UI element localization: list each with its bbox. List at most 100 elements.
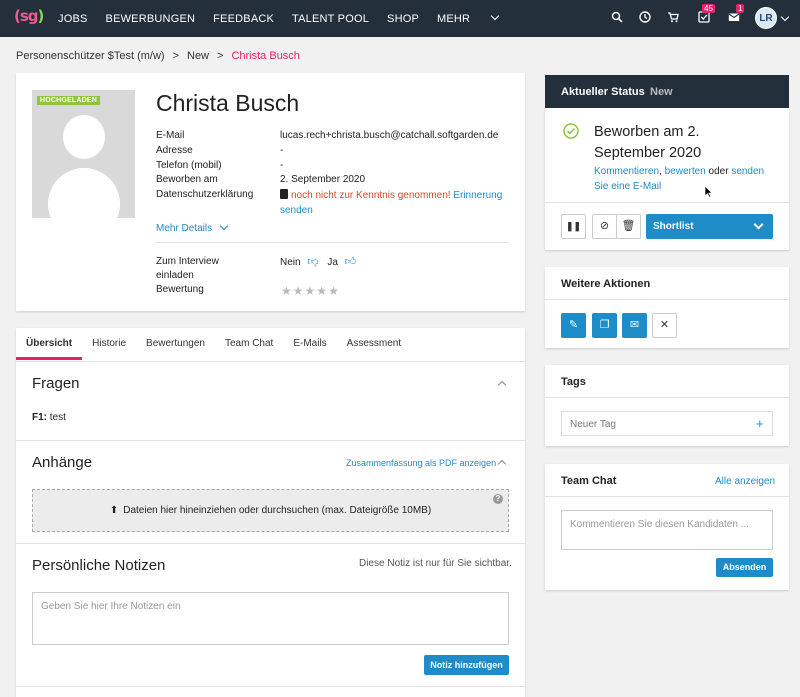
user-avatar[interactable]: LR	[755, 7, 777, 29]
nav-talent-pool[interactable]: TALENT POOL	[292, 13, 369, 25]
email-value[interactable]: lucas.rech+christa.busch@catchall.softga…	[280, 130, 498, 141]
plus-icon[interactable]: +	[756, 416, 764, 431]
chevron-down-icon[interactable]	[780, 12, 790, 22]
actions-divider	[545, 299, 789, 300]
add-note-button[interactable]: Notiz hinzufügen	[424, 655, 509, 675]
notes-textarea[interactable]: Geben Sie hier Ihre Notizen ein	[32, 592, 509, 645]
edit-button[interactable]: ✎	[561, 313, 586, 338]
candidate-photo	[32, 90, 135, 218]
tab-uebersicht[interactable]: Übersicht	[16, 328, 83, 360]
rate-link[interactable]: bewerten	[665, 166, 706, 177]
pause-button[interactable]: ❚❚	[561, 214, 586, 239]
applied-label: Beworben am	[156, 174, 218, 185]
star-icon[interactable]: ★	[328, 284, 340, 298]
cart-icon[interactable]	[666, 11, 680, 25]
thumbs-down-icon[interactable]: 👎︎	[307, 256, 318, 268]
nav-shop[interactable]: SHOP	[387, 13, 419, 25]
star-icon[interactable]: ★	[293, 284, 305, 298]
team-chat-title: Team Chat	[561, 475, 617, 487]
chevron-down-icon	[753, 219, 764, 230]
applied-value: 2. September 2020	[280, 174, 366, 185]
status-header-title: Aktueller Status	[561, 86, 645, 98]
copy-icon: ❐	[599, 319, 610, 331]
logo-paren-close: )	[37, 7, 45, 25]
star-icon[interactable]: ★	[316, 284, 328, 298]
main-nav: JOBS BEWERBUNGEN FEEDBACK TALENT POOL SH…	[58, 0, 516, 37]
new-tag-input[interactable]: Neuer Tag +	[561, 411, 773, 436]
nav-bewerbungen[interactable]: BEWERBUNGEN	[106, 13, 196, 25]
delete-button[interactable]: 🗑︎	[616, 214, 641, 239]
pdf-summary-link[interactable]: Zusammenfassung als PDF anzeigen	[346, 458, 496, 468]
address-value: -	[280, 145, 284, 156]
reject-button[interactable]: ⊘	[592, 214, 617, 239]
upload-icon: ⬆︎	[109, 505, 119, 516]
breadcrumb: Personenschützer $Test (m/w) > New > Christa…	[16, 50, 300, 62]
more-details-toggle[interactable]: Mehr Details	[156, 221, 229, 234]
status-stage: New	[650, 86, 673, 98]
address-label: Adresse	[156, 145, 193, 156]
close-button[interactable]: ✕	[652, 313, 677, 338]
tabs-divider	[16, 361, 525, 362]
send-button[interactable]: Absenden	[716, 558, 773, 577]
phone-label: Telefon (mobil)	[156, 160, 222, 171]
chevron-down-icon	[219, 221, 229, 231]
question-label: F1:	[32, 412, 47, 423]
help-icon[interactable]: ?	[493, 494, 503, 504]
question-answer: test	[49, 412, 66, 423]
status-divider	[545, 202, 789, 203]
tasks-icon[interactable]	[697, 11, 711, 25]
nav-feedback[interactable]: FEEDBACK	[213, 13, 274, 25]
candidate-name: Christa Busch	[156, 90, 300, 116]
tasks-count-badge: 45	[702, 4, 715, 13]
notes-hint: Diese Notiz ist nur für Sie sichtbar.	[359, 558, 512, 569]
tags-title: Tags	[561, 376, 586, 388]
breadcrumb-current: Christa Busch	[231, 50, 300, 62]
copy-button[interactable]: ❐	[592, 313, 617, 338]
interview-yes-label: Ja	[327, 257, 338, 268]
stage-select[interactable]: Shortlist	[646, 214, 773, 239]
comment-link[interactable]: Kommentieren	[594, 166, 659, 177]
mail-count-badge: 1	[736, 4, 745, 13]
chevron-down-icon	[490, 11, 500, 20]
tab-historie[interactable]: Historie	[82, 328, 136, 360]
tab-assessment[interactable]: Assessment	[337, 328, 411, 360]
mail-icon: ✉︎	[629, 319, 640, 331]
pencil-icon: ✎	[568, 319, 579, 331]
nav-mehr-label: MEHR	[437, 12, 471, 25]
star-icon[interactable]: ★	[305, 284, 317, 298]
pause-icon: ❚❚	[565, 221, 582, 231]
breadcrumb-stage[interactable]: New	[187, 50, 209, 62]
thumbs-up-icon[interactable]: 👍︎	[345, 256, 357, 268]
nav-jobs[interactable]: JOBS	[58, 13, 88, 25]
close-icon: ✕	[659, 319, 670, 331]
mail-icon[interactable]	[727, 11, 741, 25]
star-icon[interactable]: ★	[281, 284, 293, 298]
show-all-link[interactable]: Alle anzeigen	[715, 476, 775, 487]
interview-label: Zum Interview einladen	[156, 256, 219, 281]
question-row: F1: test	[32, 412, 66, 423]
rating-label: Bewertung	[156, 284, 204, 295]
privacy-value: noch nicht zur Kenntnis genommen! Erinne…	[280, 188, 512, 218]
tags-divider	[545, 397, 789, 398]
breadcrumb-job[interactable]: Personenschützer $Test (m/w)	[16, 50, 165, 62]
file-dropzone[interactable]: ⬆︎ Dateien hier hineinziehen oder durchsu…	[32, 489, 509, 532]
top-navigation-bar: (sg) JOBS BEWERBUNGEN FEEDBACK TALENT PO…	[0, 0, 800, 37]
search-icon[interactable]	[610, 11, 624, 25]
softgarden-logo[interactable]: (sg)	[14, 7, 44, 29]
block-icon: ⊘	[599, 220, 610, 232]
or-text: oder	[708, 166, 729, 177]
tab-bewertungen[interactable]: Bewertungen	[136, 328, 215, 360]
chat-comment-input[interactable]: Kommentieren Sie diesen Kandidaten ...	[561, 510, 773, 550]
email-button[interactable]: ✉︎	[622, 313, 647, 338]
mouse-cursor	[704, 185, 713, 201]
tab-team-chat[interactable]: Team Chat	[215, 328, 283, 360]
check-circle-icon	[563, 123, 579, 142]
nav-mehr[interactable]: MEHR	[437, 11, 500, 25]
breadcrumb-separator: >	[172, 50, 179, 62]
clock-icon[interactable]	[638, 11, 652, 25]
status-actions-text: Kommentieren, bewerten oder senden Sie e…	[594, 166, 765, 192]
rating-stars[interactable]: ★★★★★	[281, 284, 340, 298]
uploaded-tag: HOCHGELADEN	[37, 96, 101, 105]
tab-emails[interactable]: E-Mails	[283, 328, 336, 360]
new-tag-placeholder: Neuer Tag	[570, 419, 616, 430]
